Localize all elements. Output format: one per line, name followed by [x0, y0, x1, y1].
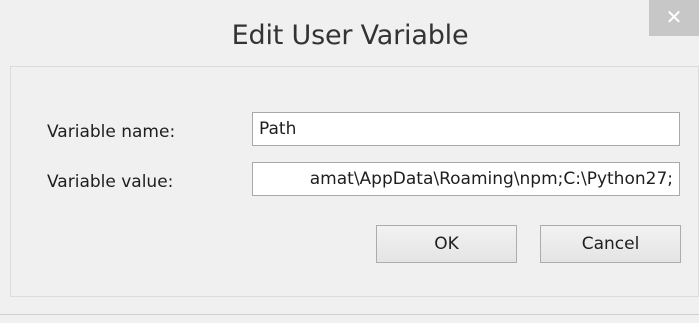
variable-value-text: amat\AppData\Roaming\npm;C:\Python27;	[309, 169, 673, 189]
edit-user-variable-dialog: Edit User Variable ✕ Variable name: Path…	[10, 0, 699, 323]
title-bar[interactable]: Edit User Variable ✕	[10, 0, 699, 66]
close-button[interactable]: ✕	[649, 0, 699, 36]
cancel-button[interactable]: Cancel	[540, 225, 681, 263]
dialog-content: Variable name: Path Variable value: amat…	[10, 66, 699, 297]
close-icon: ✕	[665, 5, 683, 29]
variable-name-label: Variable name:	[47, 122, 176, 142]
variable-name-input[interactable]: Path	[252, 112, 680, 146]
dialog-title: Edit User Variable	[231, 20, 469, 51]
ok-button[interactable]: OK	[376, 225, 517, 263]
variable-value-input[interactable]: amat\AppData\Roaming\npm;C:\Python27;	[252, 162, 680, 196]
bottom-divider	[0, 314, 699, 315]
variable-value-label: Variable value:	[47, 172, 174, 192]
